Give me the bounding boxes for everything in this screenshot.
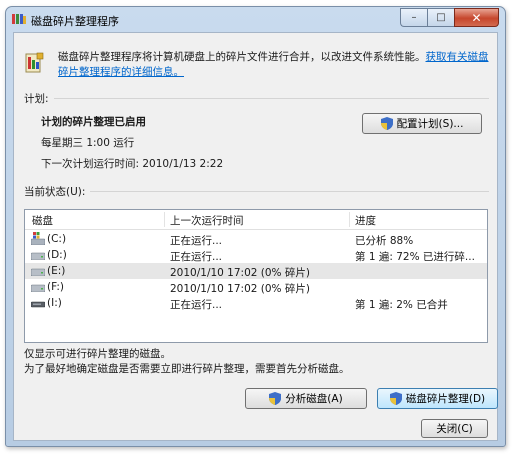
column-divider[interactable] xyxy=(164,212,165,227)
caption-buttons: – □ ✕ xyxy=(400,8,499,27)
disk-last-run: 正在运行... xyxy=(170,251,223,263)
shield-icon xyxy=(389,392,402,405)
disk-progress: 第 1 遍: 2% 已合并 xyxy=(355,299,448,311)
disk-progress: 第 1 遍: 72% 已进行碎... xyxy=(355,251,475,263)
disk-row-d[interactable]: (D:) 正在运行... 第 1 遍: 72% 已进行碎... xyxy=(25,247,487,263)
drive-icon xyxy=(31,252,45,260)
drive-icon xyxy=(31,268,45,276)
column-header-progress[interactable]: 进度 xyxy=(355,213,376,228)
schedule-divider xyxy=(54,98,489,99)
disk-row-e[interactable]: (E:) 2010/1/10 17:02 (0% 碎片) xyxy=(25,263,487,279)
configure-schedule-button[interactable]: 配置计划(S)... xyxy=(362,113,482,134)
disk-last-run: 正在运行... xyxy=(170,299,223,311)
column-divider[interactable] xyxy=(349,212,350,227)
shield-icon xyxy=(269,392,282,405)
disk-last-run: 正在运行... xyxy=(170,235,223,247)
defrag-app-icon xyxy=(12,14,26,24)
disk-name: (E:) xyxy=(47,265,66,277)
intro-text: 磁盘碎片整理程序将计算机硬盘上的碎片文件进行合并，以改进文件系统性能。获取有关磁… xyxy=(58,50,490,80)
disk-row-f[interactable]: (F:) 2010/1/10 17:02 (0% 碎片) xyxy=(25,279,487,295)
schedule-section-label: 计划: xyxy=(24,93,49,105)
disk-row-c[interactable]: (C:) 正在运行... 已分析 88% xyxy=(25,231,487,247)
window-title: 磁盘碎片整理程序 xyxy=(31,15,119,28)
note-defragmentable-only: 仅显示可进行碎片整理的磁盘。 xyxy=(24,348,171,360)
maximize-button[interactable]: □ xyxy=(427,8,454,27)
title-bar[interactable]: 磁盘碎片整理程序 – □ ✕ xyxy=(6,7,505,32)
defrag-disk-button[interactable]: 磁盘碎片整理(D) xyxy=(377,388,498,409)
disk-name: (F:) xyxy=(47,281,64,293)
disk-last-run: 2010/1/10 17:02 (0% 碎片) xyxy=(170,267,310,279)
configure-schedule-label: 配置计划(S)... xyxy=(396,118,464,130)
removable-drive-icon xyxy=(31,301,45,308)
disk-list[interactable]: 磁盘 上一次运行时间 进度 (C:) 正在运行... 已分析 88% (D:) … xyxy=(24,209,488,343)
system-drive-icon xyxy=(31,232,45,245)
disk-name: (I:) xyxy=(47,297,62,309)
disk-progress: 已分析 88% xyxy=(355,235,414,247)
analyze-disk-label: 分析磁盘(A) xyxy=(285,393,343,405)
column-header-disk[interactable]: 磁盘 xyxy=(32,213,53,228)
disk-row-i[interactable]: (I:) 正在运行... 第 1 遍: 2% 已合并 xyxy=(25,295,487,311)
close-window-button[interactable]: ✕ xyxy=(454,8,499,27)
minimize-button[interactable]: – xyxy=(400,8,427,27)
defrag-icon xyxy=(25,52,44,73)
defrag-disk-label: 磁盘碎片整理(D) xyxy=(405,393,486,405)
schedule-next-run: 下一次计划运行时间: 2010/1/13 2:22 xyxy=(41,158,224,170)
current-status-label: 当前状态(U): xyxy=(24,186,86,198)
schedule-status: 计划的碎片整理已启用 xyxy=(41,116,146,128)
dialog-content: 磁盘碎片整理程序将计算机硬盘上的碎片文件进行合并，以改进文件系统性能。获取有关磁… xyxy=(13,32,498,441)
shield-icon xyxy=(380,117,393,130)
disk-name: (C:) xyxy=(47,233,67,245)
disk-last-run: 2010/1/10 17:02 (0% 碎片) xyxy=(170,283,310,295)
intro-description: 磁盘碎片整理程序将计算机硬盘上的碎片文件进行合并，以改进文件系统性能。 xyxy=(58,51,426,63)
close-button-label: 关闭(C) xyxy=(436,423,473,435)
status-divider xyxy=(90,191,489,192)
column-header-last-run[interactable]: 上一次运行时间 xyxy=(170,213,244,228)
schedule-frequency: 每星期三 1:00 运行 xyxy=(41,137,135,149)
disk-name: (D:) xyxy=(47,249,67,261)
analyze-disk-button[interactable]: 分析磁盘(A) xyxy=(245,388,367,409)
defrag-window: 磁盘碎片整理程序 – □ ✕ 磁盘碎片整理程序将计算机硬盘上的碎片文件进行合并，… xyxy=(5,6,506,447)
disk-list-header: 磁盘 上一次运行时间 进度 xyxy=(25,210,487,230)
note-analyze-first: 为了最好地确定磁盘是否需要立即进行碎片整理，需要首先分析磁盘。 xyxy=(24,363,350,375)
drive-icon xyxy=(31,284,45,292)
close-button[interactable]: 关闭(C) xyxy=(421,419,488,438)
